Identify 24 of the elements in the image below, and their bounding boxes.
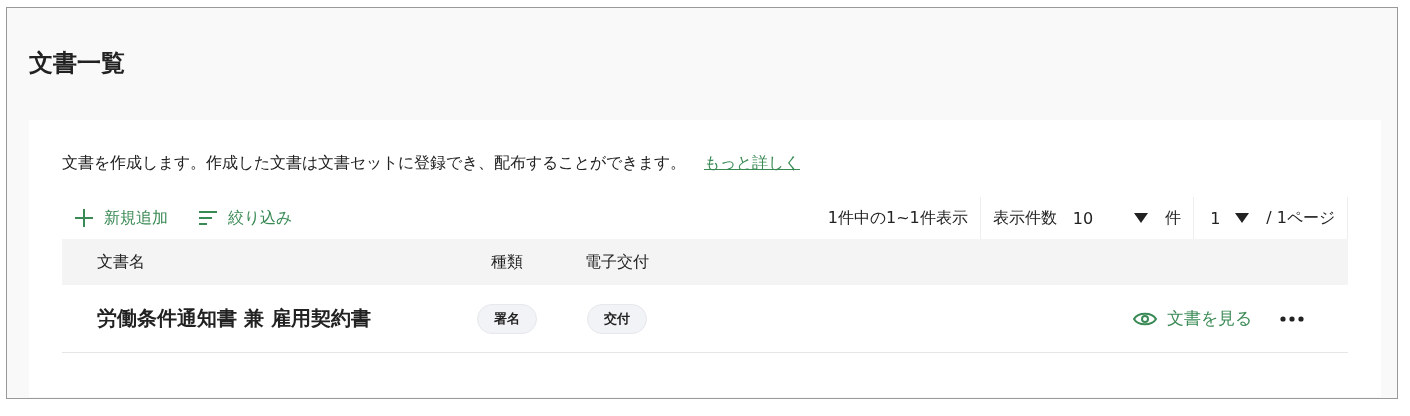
document-name: 労働条件通知書 兼 雇用契約書: [96, 305, 372, 332]
column-header: 文書名: [96, 251, 146, 273]
filter-icon: [198, 210, 218, 226]
caret-icon: [1234, 212, 1251, 224]
filter-button[interactable]: 絞り込み: [198, 207, 292, 229]
view-document-button[interactable]: 文書を見る: [1133, 307, 1252, 330]
more-icon[interactable]: [1280, 315, 1304, 322]
type-tag: 署名: [477, 303, 537, 334]
result-summary: 1件中の1~1件表示: [827, 207, 968, 229]
column-header: 電子交付: [584, 251, 650, 273]
delivery-tag: 交付: [587, 303, 647, 334]
per-page-label: 表示件数: [992, 207, 1057, 229]
add-button[interactable]: 新規追加: [74, 207, 168, 229]
caret-icon: [1133, 212, 1150, 224]
per-page-select[interactable]: 10: [1068, 208, 1154, 228]
page-select[interactable]: 1: [1206, 208, 1255, 228]
page-title: 文書一覧: [29, 48, 126, 79]
plus-icon: [74, 208, 94, 228]
learn-more-link[interactable]: もっと詳しく: [704, 153, 800, 172]
eye-icon: [1133, 310, 1157, 327]
page-total: / 1ページ: [1266, 207, 1335, 229]
column-header: 種類: [490, 251, 524, 273]
per-page-unit: 件: [1165, 207, 1182, 229]
description-text: 文書を作成します。作成した文書は文書セットに登録でき、配布することができます。: [62, 153, 686, 172]
